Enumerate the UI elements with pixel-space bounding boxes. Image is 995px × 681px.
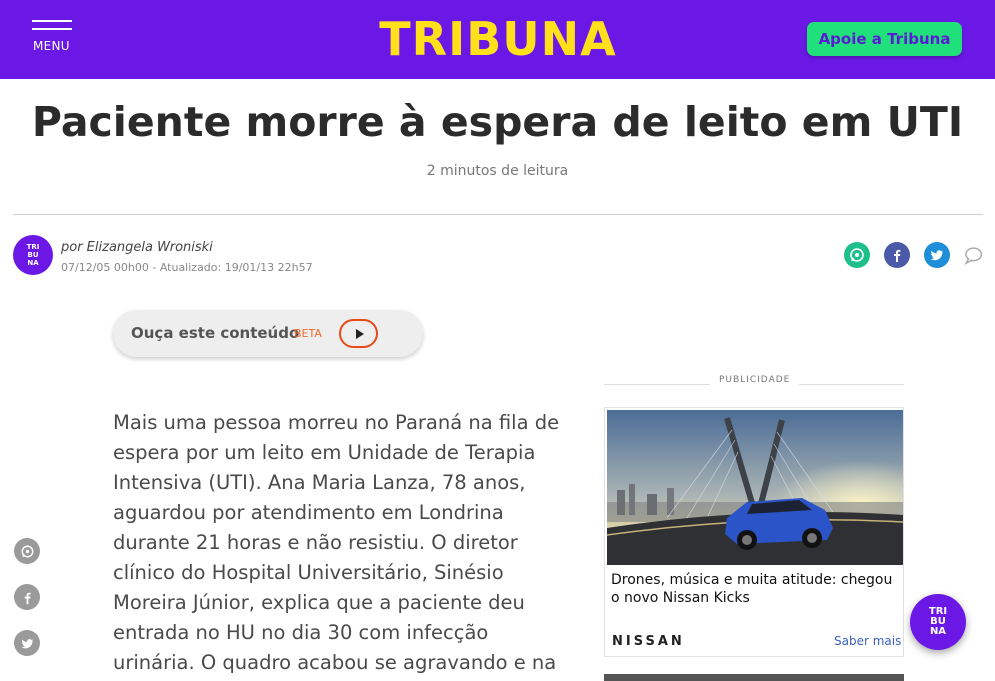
- audio-label: Ouça este conteúdo: [131, 324, 300, 342]
- share-facebook-button[interactable]: [884, 242, 910, 268]
- avatar-text: TRI BU NA: [26, 243, 40, 267]
- author-avatar[interactable]: TRI BU NA: [13, 235, 53, 275]
- comment-button[interactable]: [960, 242, 986, 268]
- support-button[interactable]: Apoie a Tribuna: [807, 22, 962, 56]
- whatsapp-icon: [850, 248, 864, 262]
- twitter-icon: [930, 250, 943, 261]
- floating-badge-text: TRI BU NA: [928, 606, 948, 637]
- menu-label: MENU: [33, 39, 70, 53]
- side-share-facebook-button[interactable]: [14, 584, 40, 610]
- site-logo[interactable]: TRIBUNA: [372, 12, 624, 66]
- hamburger-icon: [32, 20, 72, 22]
- ad-title[interactable]: Drones, música e muita atitude: chegou o…: [611, 571, 899, 607]
- author-name[interactable]: por Elizangela Wroniski: [61, 240, 213, 255]
- top-bar: MENU TRIBUNA Apoie a Tribuna: [0, 0, 995, 79]
- ad-brand-logo: NISSAN: [612, 634, 685, 649]
- article-body: Mais uma pessoa morreu no Paraná na fila…: [113, 411, 560, 674]
- ad-label: PUBLICIDADE: [710, 375, 800, 385]
- divider: [13, 214, 983, 215]
- facebook-icon: [894, 249, 901, 262]
- side-share-whatsapp-button[interactable]: [14, 538, 40, 564]
- ad-card[interactable]: Drones, música e muita atitude: chegou o…: [604, 407, 904, 657]
- facebook-icon: [24, 592, 31, 604]
- ad-image[interactable]: [607, 410, 903, 565]
- share-whatsapp-button[interactable]: [844, 242, 870, 268]
- side-share-twitter-button[interactable]: [14, 630, 40, 656]
- publish-date: 07/12/05 00h00 - Atualizado: 19/01/13 22…: [61, 261, 313, 274]
- play-icon: [355, 328, 364, 339]
- menu-button[interactable]: MENU: [32, 20, 74, 58]
- comment-icon: [964, 247, 983, 265]
- share-twitter-button[interactable]: [924, 242, 950, 268]
- car-bridge-photo: [607, 410, 903, 565]
- ad-learn-more-link[interactable]: Saber mais: [834, 634, 901, 648]
- floating-tribuna-button[interactable]: TRI BU NA: [910, 594, 966, 650]
- article-title: Paciente morre à espera de leito em UTI: [31, 98, 964, 146]
- reading-time: 2 minutos de leitura: [426, 163, 569, 179]
- whatsapp-icon: [21, 545, 33, 557]
- audio-player: Ouça este conteúdo BETA: [113, 310, 423, 357]
- twitter-icon: [20, 638, 33, 648]
- play-button[interactable]: [339, 319, 378, 348]
- beta-badge: BETA: [294, 327, 322, 340]
- next-ad-strip: [604, 674, 904, 681]
